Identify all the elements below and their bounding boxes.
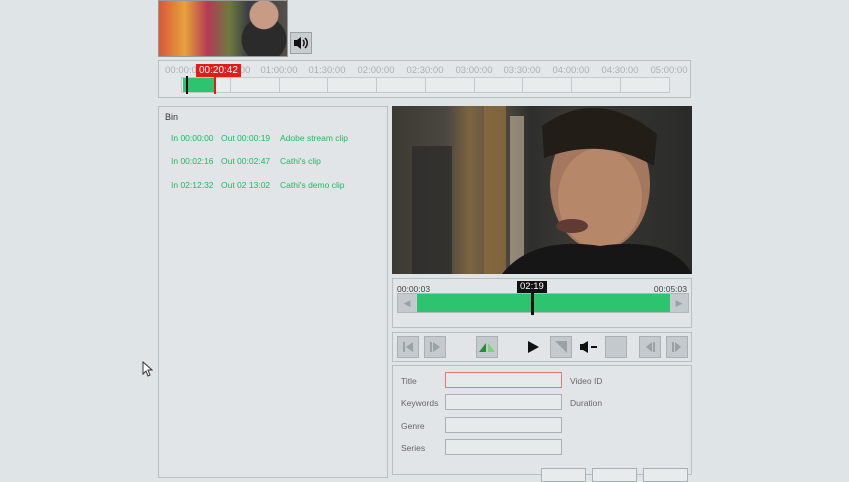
timeline-playhead[interactable]	[186, 76, 188, 94]
step-back-icon	[403, 342, 413, 352]
video-preview[interactable]	[392, 106, 692, 274]
clip-name: Cathi's demo clip	[280, 180, 345, 190]
clip-scrubber: 00:00:03 00:05:03 ◀ ▶ 02:19	[392, 278, 692, 328]
form-button[interactable]	[643, 468, 688, 482]
video-frame-image	[412, 106, 692, 274]
scrubber-range[interactable]	[417, 294, 671, 312]
speaker-icon	[294, 37, 308, 49]
scrubber-playhead[interactable]	[531, 291, 534, 315]
timeline-gridline	[474, 78, 475, 92]
clip-out-time: Out 00:02:47	[221, 156, 271, 166]
timeline-gridline	[425, 78, 426, 92]
timeline-current-time: 00:20:42	[196, 64, 241, 77]
master-timeline[interactable]: 00:00:0 00 01:00:00 01:30:00 02:00:00 02…	[158, 60, 691, 98]
clip-in-time: In 00:00:00	[171, 133, 214, 143]
scrubber-left-handle[interactable]: ◀	[398, 294, 416, 312]
clip-name: Adobe stream clip	[280, 133, 349, 143]
tick-label: 00:00:0	[165, 65, 197, 76]
genre-input[interactable]	[445, 417, 562, 433]
mouse-cursor	[142, 360, 154, 382]
step-forward-button[interactable]	[424, 336, 446, 358]
tick-label: 00	[239, 65, 251, 76]
scrubber-playhead-time: 02:19	[517, 281, 547, 293]
next-frame-button[interactable]	[550, 336, 572, 358]
skip-back-button[interactable]	[639, 336, 661, 358]
skip-forward-button[interactable]	[666, 336, 688, 358]
tick-label: 01:30:00	[308, 65, 346, 76]
tick-label: 04:00:00	[552, 65, 590, 76]
timeline-current-marker[interactable]	[214, 76, 216, 94]
timeline-gridline	[279, 78, 280, 92]
timeline-gridline	[522, 78, 523, 92]
timeline-gridline	[230, 78, 231, 92]
scrubber-track[interactable]: ◀ ▶	[397, 291, 689, 315]
speaker-button[interactable]	[290, 32, 312, 54]
bin-panel: Bin In 00:00:00 Out 00:00:19 Adobe strea…	[158, 106, 388, 478]
metadata-form: Title Video ID Keywords Duration Genre S…	[392, 365, 692, 482]
clip-out-time: Out 02 13:02	[221, 180, 271, 190]
tick-label: 03:30:00	[503, 65, 541, 76]
skip-back-icon	[646, 342, 655, 352]
mark-range-button[interactable]	[476, 336, 498, 358]
clip-name: Cathi's clip	[280, 156, 321, 166]
keywords-label: Keywords	[401, 398, 439, 408]
step-forward-icon	[430, 342, 440, 352]
tick-label: 05:00:00	[650, 65, 688, 76]
timeline-track[interactable]	[181, 77, 670, 93]
volume-down-icon	[580, 341, 597, 353]
clip-out-time: Out 00:00:19	[221, 133, 271, 143]
bin-title: Bin	[165, 112, 179, 122]
genre-label: Genre	[401, 421, 425, 431]
timeline-gridline	[376, 78, 377, 92]
volume-down-button[interactable]	[578, 336, 600, 358]
transport-controls	[392, 332, 692, 362]
tick-label: 01:00:00	[260, 65, 298, 76]
keywords-input[interactable]	[445, 394, 562, 410]
tick-label: 02:30:00	[406, 65, 444, 76]
disabled-button[interactable]	[605, 336, 627, 358]
next-frame-icon	[555, 341, 567, 353]
clip-in-time: In 02:12:32	[171, 180, 214, 190]
step-back-button[interactable]	[397, 336, 419, 358]
mark-range-icon	[479, 343, 495, 352]
tick-label: 04:30:00	[601, 65, 639, 76]
timeline-gridline	[327, 78, 328, 92]
tick-label: 02:00:00	[357, 65, 395, 76]
tick-label: 03:00:00	[455, 65, 493, 76]
skip-forward-icon	[672, 342, 681, 352]
series-label: Series	[401, 443, 426, 453]
series-input[interactable]	[445, 439, 562, 455]
play-button[interactable]	[522, 336, 544, 358]
play-icon	[528, 341, 539, 353]
duration-label: Duration	[570, 398, 603, 408]
title-input[interactable]	[445, 372, 562, 388]
form-button[interactable]	[541, 468, 586, 482]
clip-in-time: In 00:02:16	[171, 156, 214, 166]
timeline-gridline	[620, 78, 621, 92]
source-thumbnail[interactable]	[158, 0, 288, 57]
scrubber-right-handle[interactable]: ▶	[670, 294, 688, 312]
timeline-gridline	[571, 78, 572, 92]
video-id-label: Video ID	[570, 376, 603, 386]
cursor-icon	[142, 360, 154, 377]
form-button[interactable]	[592, 468, 637, 482]
title-label: Title	[401, 376, 417, 386]
